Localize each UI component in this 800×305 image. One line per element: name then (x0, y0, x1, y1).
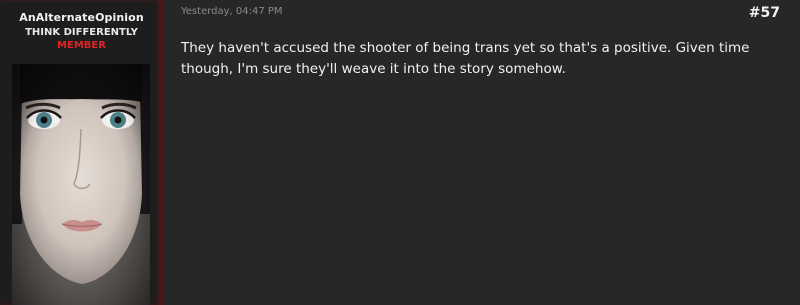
avatar-image (12, 64, 150, 305)
author-username[interactable]: AnAlternateOpinion (0, 11, 163, 24)
author-panel: AnAlternateOpinion THINK DIFFERENTLY MEM… (0, 0, 163, 305)
avatar[interactable] (12, 64, 150, 305)
post-message-body: They haven't accused the shooter of bein… (181, 40, 750, 77)
author-role-badge: MEMBER (57, 40, 106, 51)
forum-post: AnAlternateOpinion THINK DIFFERENTLY MEM… (0, 0, 800, 305)
post-permalink-number[interactable]: #57 (749, 5, 780, 21)
author-custom-title: THINK DIFFERENTLY (25, 27, 138, 38)
post-timestamp[interactable]: Yesterday, 04:47 PM (181, 6, 283, 17)
